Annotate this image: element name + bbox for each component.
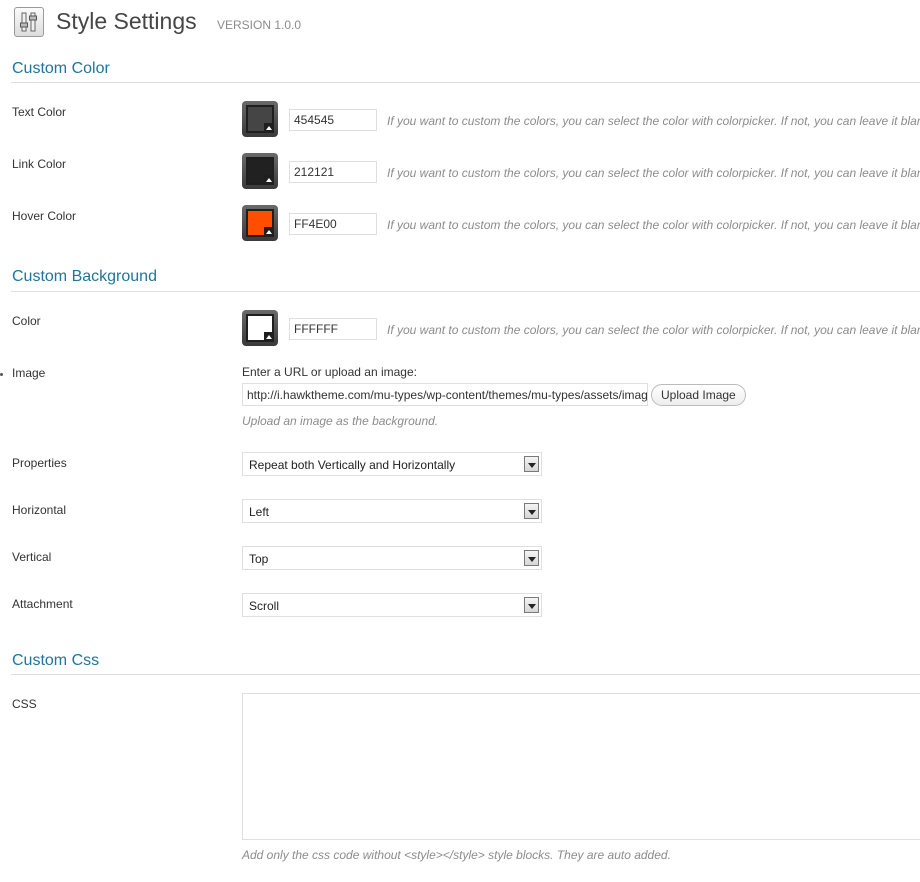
chevron-down-icon[interactable] xyxy=(524,550,539,566)
background-color-input[interactable] xyxy=(289,318,377,340)
text-color-swatch[interactable] xyxy=(242,101,278,137)
chevron-down-icon[interactable] xyxy=(524,503,539,519)
background-color-help: If you want to custom the colors, you ca… xyxy=(387,323,920,337)
background-image-label: Image xyxy=(12,366,46,380)
hover-color-input[interactable] xyxy=(289,213,377,235)
color-picker-arrow-icon xyxy=(264,175,274,185)
horizontal-label: Horizontal xyxy=(12,503,67,517)
chevron-down-icon[interactable] xyxy=(524,597,539,613)
background-image-help: Upload an image as the background. xyxy=(242,414,439,428)
text-color-help: If you want to custom the colors, you ca… xyxy=(387,114,920,128)
text-color-input[interactable] xyxy=(289,109,377,131)
attachment-select[interactable]: Scroll xyxy=(242,593,542,617)
section-divider xyxy=(11,674,920,675)
section-heading-custom-background: Custom Background xyxy=(12,268,157,285)
link-color-swatch[interactable] xyxy=(242,153,278,189)
horizontal-select[interactable]: Left xyxy=(242,499,542,523)
vertical-select[interactable]: Top xyxy=(242,546,542,570)
settings-sliders-icon xyxy=(14,7,44,37)
image-prompt: Enter a URL or upload an image: xyxy=(242,365,417,379)
hover-color-help: If you want to custom the colors, you ca… xyxy=(387,218,920,232)
properties-select[interactable]: Repeat both Vertically and Horizontally xyxy=(242,452,542,476)
css-label: CSS xyxy=(12,697,37,711)
hover-color-swatch[interactable] xyxy=(242,205,278,241)
bullet-marker xyxy=(0,373,3,376)
attachment-label: Attachment xyxy=(12,597,73,611)
color-picker-arrow-icon xyxy=(264,123,274,133)
vertical-label: Vertical xyxy=(12,550,52,564)
chevron-down-icon[interactable] xyxy=(524,456,539,472)
color-picker-arrow-icon xyxy=(264,332,274,342)
upload-image-button[interactable]: Upload Image xyxy=(651,384,746,406)
custom-css-textarea[interactable] xyxy=(242,693,920,840)
text-color-label: Text Color xyxy=(12,105,67,119)
section-divider xyxy=(11,291,920,292)
version-label: VERSION 1.0.0 xyxy=(217,18,302,32)
custom-css-help: Add only the css code without <style></s… xyxy=(242,848,671,862)
background-color-swatch[interactable] xyxy=(242,310,278,346)
properties-label: Properties xyxy=(12,456,67,470)
vertical-select-value: Top xyxy=(249,552,269,566)
link-color-input[interactable] xyxy=(289,161,377,183)
properties-select-value: Repeat both Vertically and Horizontally xyxy=(249,458,456,472)
section-heading-custom-css: Custom Css xyxy=(12,652,100,669)
horizontal-select-value: Left xyxy=(249,505,270,519)
background-image-url-input[interactable]: http://i.hawktheme.com/mu-types/wp-conte… xyxy=(242,383,648,406)
link-color-help: If you want to custom the colors, you ca… xyxy=(387,166,920,180)
link-color-label: Link Color xyxy=(12,157,67,171)
color-picker-arrow-icon xyxy=(264,227,274,237)
section-heading-custom-color: Custom Color xyxy=(12,60,110,77)
section-divider xyxy=(11,82,920,83)
background-color-label: Color xyxy=(12,314,41,328)
page-title: Style Settings xyxy=(56,8,197,34)
attachment-select-value: Scroll xyxy=(249,599,280,613)
hover-color-label: Hover Color xyxy=(12,209,77,223)
